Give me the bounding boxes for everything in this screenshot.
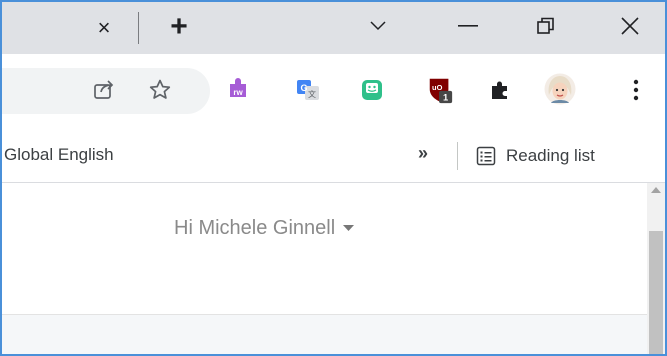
reading-list-button[interactable]: Reading list [476,141,595,171]
extensions-puzzle-icon[interactable] [486,76,514,104]
bookmarks-separator [457,142,458,170]
close-window-button[interactable] [610,8,650,44]
reading-list-label: Reading list [506,146,595,165]
minimize-button[interactable] [448,8,488,44]
bookmark-item-global-english[interactable]: Global English [4,145,114,165]
svg-text:uO: uO [432,83,443,92]
greeting-text: Hi Michele Ginnell [174,217,336,239]
google-translate-icon[interactable]: G 文 [294,76,322,104]
vertical-scrollbar[interactable] [647,183,665,354]
restore-icon [537,17,554,34]
menu-kebab-icon[interactable] [622,76,650,104]
scroll-up-arrow-icon[interactable] [651,187,661,193]
content-lower-band [2,315,647,354]
page-content: Hi Michele Ginnell [2,183,647,354]
reading-list-icon [476,146,496,166]
svg-text:文: 文 [308,89,316,99]
rw-label: rw [233,88,243,97]
caret-down-icon [343,225,355,231]
emoji-extension-icon[interactable] [358,76,386,104]
tab-separator [138,12,139,44]
bookmarks-overflow-button[interactable]: » [418,143,428,164]
bookmarks-bar: Global English » Reading list [2,132,665,183]
bookmark-star-icon[interactable] [146,76,174,104]
user-menu-toggle[interactable]: Hi Michele Ginnell [174,217,355,240]
tab-search-button[interactable] [358,8,398,44]
chevron-down-icon [370,21,386,31]
new-tab-button[interactable]: + [162,10,196,44]
tab-close-icon[interactable]: × [90,14,118,42]
share-icon[interactable] [90,76,118,104]
rw-extension-icon[interactable]: rw [224,76,252,104]
minimize-icon [458,25,478,27]
ublock-icon[interactable]: uO 1 [426,76,454,104]
browser-window: × + rw G 文 uO 1 Global English » Reading… [0,0,667,356]
browser-toolbar: rw G 文 uO 1 [2,54,665,132]
restore-button[interactable] [526,8,566,44]
profile-avatar[interactable] [544,73,576,105]
ublock-badge: 1 [443,93,448,103]
tab-strip: × + [2,2,665,54]
scrollbar-thumb[interactable] [649,231,663,354]
svg-text:G: G [300,83,307,93]
close-icon [621,17,639,35]
